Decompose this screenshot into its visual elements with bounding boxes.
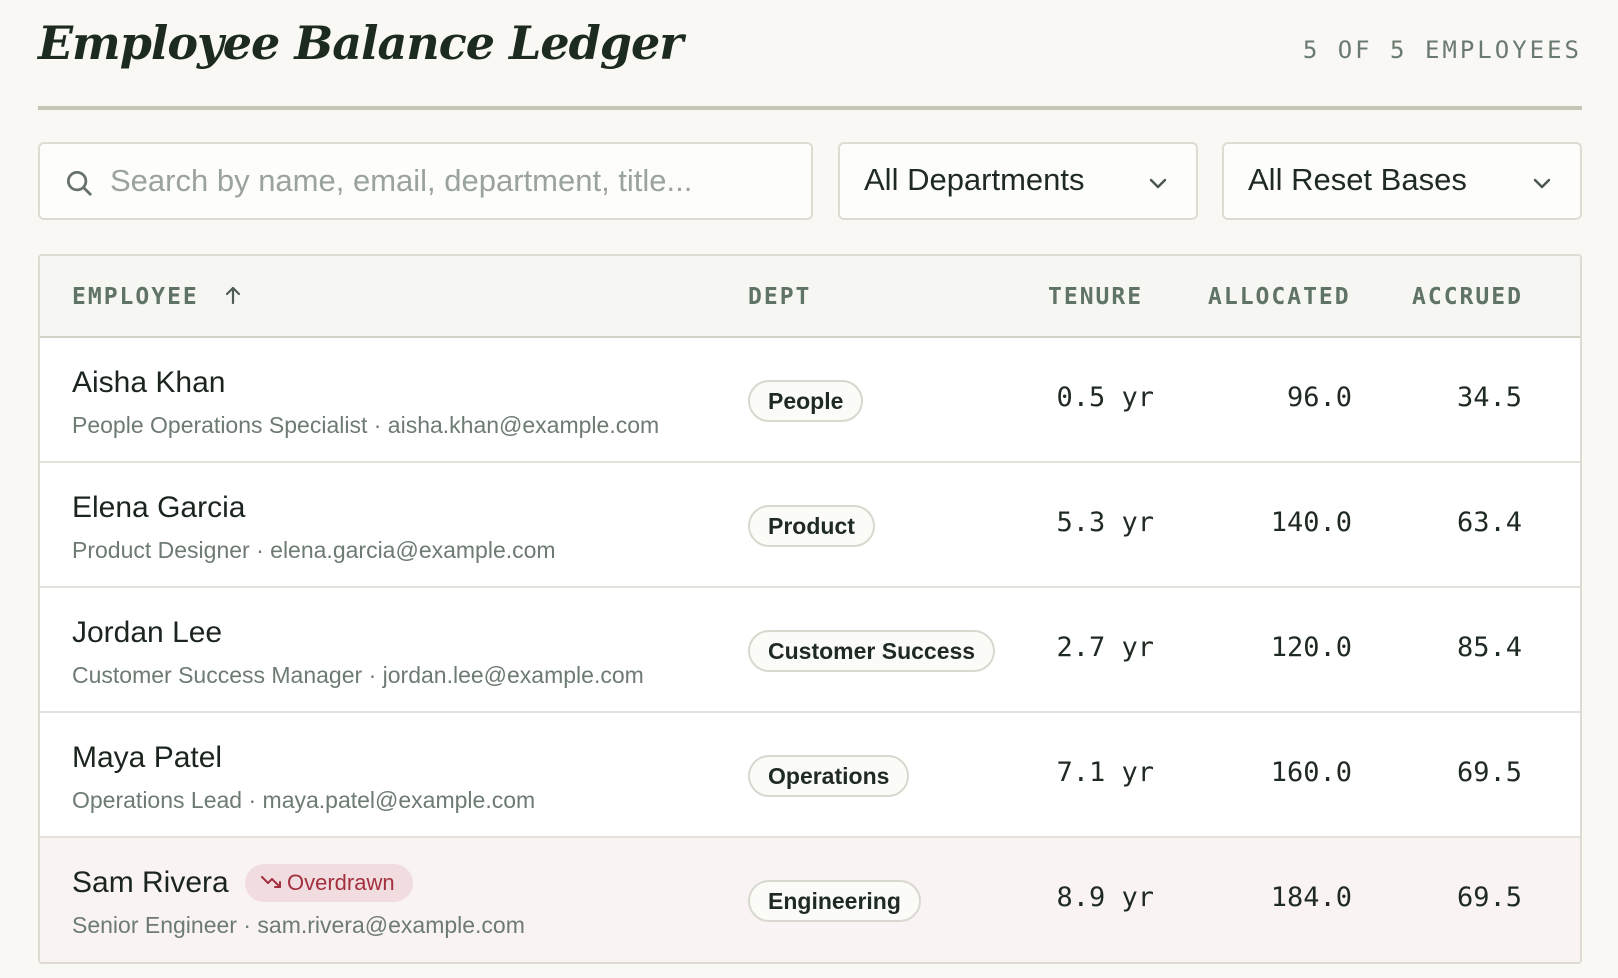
column-header-accrued[interactable]: ACCRUED	[1412, 284, 1523, 310]
accrued-value: 69.5	[1456, 882, 1522, 913]
page-header: Employee Balance Ledger 5 OF 5 EMPLOYEES	[38, 0, 1582, 110]
employee-email: maya.patel@example.com	[262, 787, 536, 813]
employee-meta: People Operations Specialist · aisha.kha…	[72, 412, 660, 438]
dept-badge: Product	[748, 505, 875, 547]
page-title: Employee Balance Ledger	[38, 16, 683, 70]
tenure-value: 2.7 yr	[1056, 632, 1154, 663]
dept-badge: Operations	[748, 755, 910, 797]
employee-meta: Customer Success Manager · jordan.lee@ex…	[72, 662, 644, 688]
employee-title: Senior Engineer	[72, 912, 237, 938]
table-header: EMPLOYEE DEPT TENURE ALLOCATED ACCRUED	[40, 256, 1580, 338]
filter-bar: All Departments All Reset Bases	[38, 142, 1582, 220]
ledger-page: Employee Balance Ledger 5 OF 5 EMPLOYEES…	[38, 0, 1582, 964]
accrued-value: 63.4	[1456, 507, 1522, 538]
arrow-up-icon	[225, 286, 240, 305]
table-row[interactable]: Maya Patel Operations Lead · maya.patel@…	[40, 713, 1580, 838]
employee-name: Sam Rivera	[72, 866, 229, 899]
column-header-employee[interactable]: EMPLOYEE	[72, 284, 243, 310]
tenure-value: 5.3 yr	[1056, 507, 1154, 538]
employee-email: aisha.khan@example.com	[387, 412, 660, 438]
search-input[interactable]	[110, 156, 800, 206]
employee-email: elena.garcia@example.com	[270, 537, 556, 563]
reset-basis-select-value: All Reset Bases	[1248, 162, 1467, 197]
employee-email: sam.rivera@example.com	[257, 912, 525, 938]
table-row[interactable]: Elena Garcia Product Designer · elena.ga…	[40, 463, 1580, 588]
department-select-value: All Departments	[864, 162, 1085, 197]
employee-meta: Senior Engineer · sam.rivera@example.com	[72, 912, 525, 938]
employee-title: Product Designer	[72, 537, 250, 563]
accrued-value: 69.5	[1456, 757, 1522, 788]
reset-basis-select[interactable]: All Reset Bases	[1222, 142, 1582, 220]
employee-title: Operations Lead	[72, 787, 243, 813]
tenure-value: 7.1 yr	[1056, 757, 1154, 788]
allocated-value: 96.0	[1286, 382, 1352, 413]
employee-name: Aisha Khan	[72, 366, 226, 399]
employee-title: People Operations Specialist	[72, 412, 368, 438]
table-row[interactable]: Aisha Khan People Operations Specialist …	[40, 338, 1580, 463]
employee-meta: Operations Lead · maya.patel@example.com	[72, 787, 536, 813]
employee-meta: Product Designer · elena.garcia@example.…	[72, 537, 556, 563]
allocated-value: 140.0	[1270, 507, 1352, 538]
tenure-value: 8.9 yr	[1056, 882, 1154, 913]
column-header-tenure[interactable]: TENURE	[1048, 284, 1143, 310]
allocated-value: 160.0	[1270, 757, 1352, 788]
dept-badge: Engineering	[748, 880, 921, 922]
chevron-down-icon	[1149, 178, 1167, 189]
column-header-allocated[interactable]: ALLOCATED	[1208, 284, 1351, 310]
chevron-down-icon	[1533, 178, 1551, 189]
employee-email: jordan.lee@example.com	[382, 662, 644, 688]
employee-name: Elena Garcia	[72, 491, 246, 524]
allocated-value: 120.0	[1270, 632, 1352, 663]
table-row[interactable]: Sam Rivera Overdrawn Senior Engineer · s…	[40, 838, 1580, 962]
employee-name: Jordan Lee	[72, 616, 223, 649]
dept-badge: People	[748, 380, 864, 422]
column-header-dept[interactable]: DEPT	[748, 284, 811, 310]
dept-badge: Customer Success	[748, 630, 996, 672]
table-row[interactable]: Jordan Lee Customer Success Manager · jo…	[40, 588, 1580, 713]
accrued-value: 85.4	[1456, 632, 1522, 663]
accrued-value: 34.5	[1456, 382, 1522, 413]
trend-down-icon	[261, 876, 281, 888]
tenure-value: 0.5 yr	[1056, 382, 1154, 413]
employee-title: Customer Success Manager	[72, 662, 363, 688]
search-box[interactable]	[38, 142, 813, 220]
search-icon	[67, 171, 92, 196]
employee-count: 5 OF 5 EMPLOYEES	[1302, 36, 1582, 64]
column-header-employee-label: EMPLOYEE	[72, 284, 199, 310]
overdrawn-badge: Overdrawn	[245, 864, 413, 902]
department-select[interactable]: All Departments	[838, 142, 1198, 220]
employee-table: EMPLOYEE DEPT TENURE ALLOCATED ACCRUED A…	[38, 254, 1582, 964]
employee-name: Maya Patel	[72, 741, 223, 774]
allocated-value: 184.0	[1270, 882, 1352, 913]
overdrawn-badge-label: Overdrawn	[287, 870, 395, 895]
